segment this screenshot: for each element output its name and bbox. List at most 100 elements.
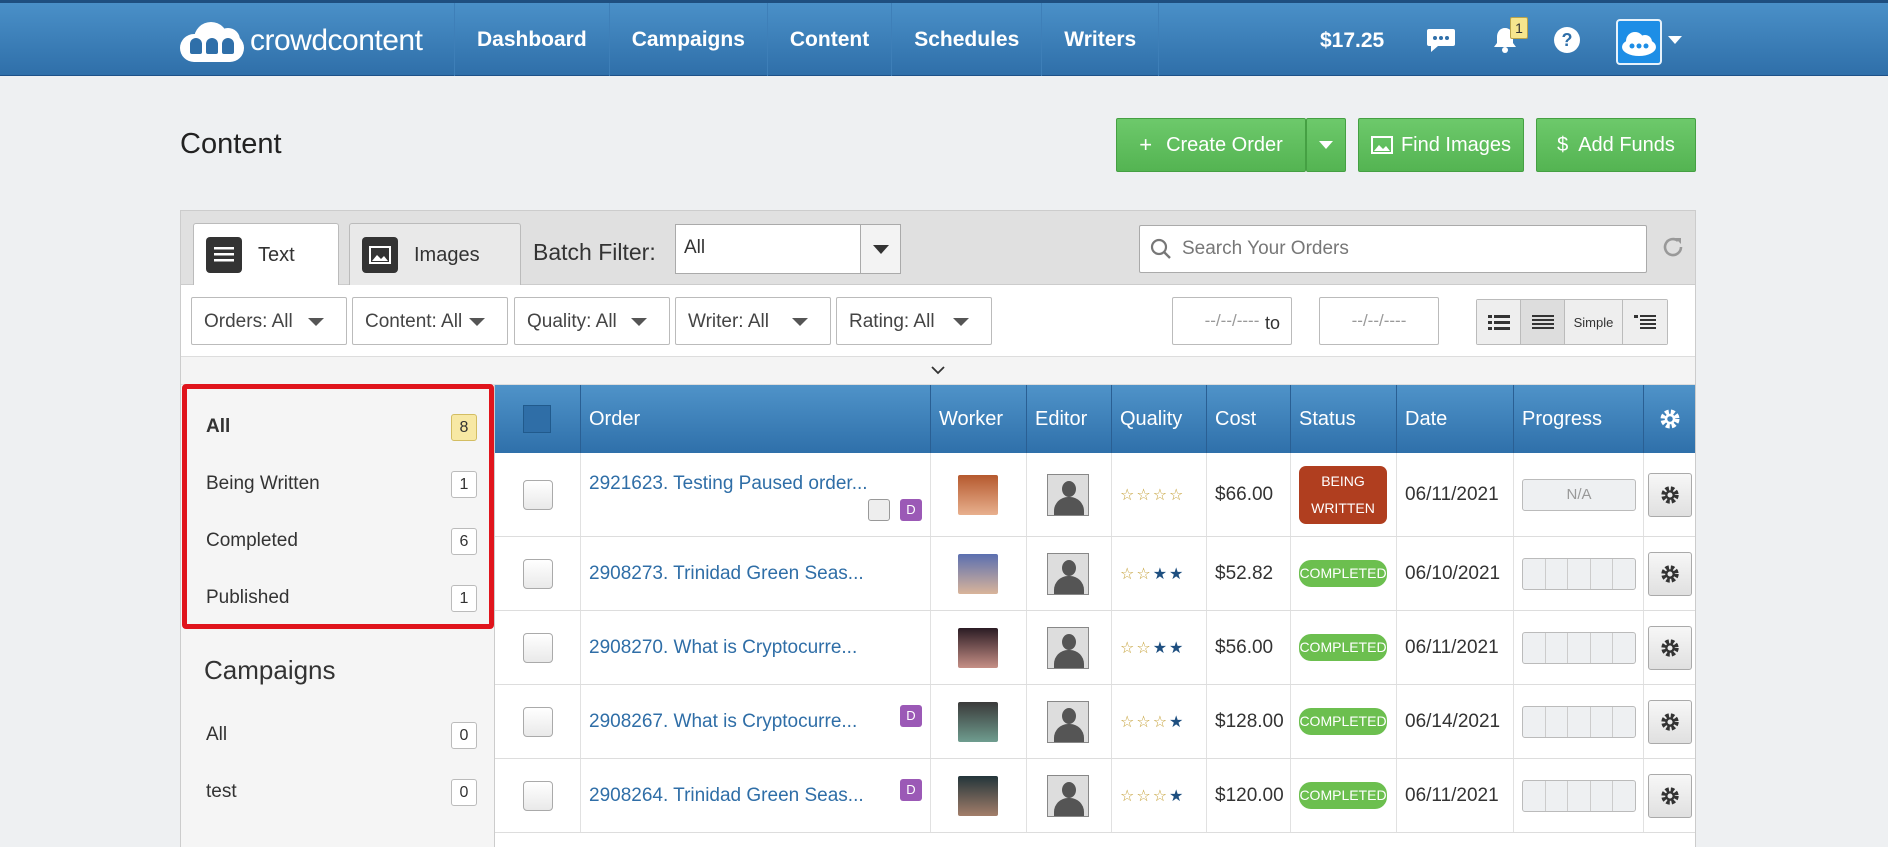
- row-settings-gear-icon[interactable]: [1648, 551, 1692, 596]
- image-tab-icon: [362, 237, 398, 273]
- editor-placeholder-avatar[interactable]: [1047, 774, 1089, 817]
- content-filter[interactable]: Content: All: [352, 297, 508, 345]
- col-worker[interactable]: Worker: [931, 385, 1027, 453]
- col-cost[interactable]: Cost: [1207, 385, 1291, 453]
- row-checkbox[interactable]: [523, 780, 553, 811]
- col-progress[interactable]: Progress: [1514, 385, 1644, 453]
- worker-avatar[interactable]: [958, 775, 998, 816]
- col-editor[interactable]: Editor: [1027, 385, 1112, 453]
- row-settings-gear-icon[interactable]: [1648, 699, 1692, 744]
- help-icon[interactable]: ?: [1550, 23, 1584, 57]
- dollar-icon: $: [1557, 133, 1569, 156]
- worker-avatar[interactable]: [958, 701, 998, 742]
- campaigns-heading: Campaigns: [204, 655, 336, 685]
- row-checkbox[interactable]: [523, 632, 553, 663]
- select-all-cell: [495, 385, 581, 453]
- text-list-view-icon[interactable]: [1623, 300, 1667, 344]
- row-settings-gear-icon[interactable]: [1648, 625, 1692, 670]
- select-all-checkbox[interactable]: [523, 405, 551, 433]
- orders-filter[interactable]: Orders: All: [191, 297, 347, 345]
- progress-bar: [1522, 557, 1636, 590]
- chat-icon[interactable]: [1424, 23, 1458, 57]
- tab-images-label: Images: [414, 243, 480, 266]
- sidebar-campaign-count-test: 0: [451, 779, 477, 806]
- quality-filter[interactable]: Quality: All: [514, 297, 670, 345]
- tab-text-label: Text: [258, 243, 295, 266]
- worker-avatar[interactable]: [958, 627, 998, 668]
- mobile-device-icon: [868, 499, 890, 521]
- writer-filter[interactable]: Writer: All: [675, 297, 831, 345]
- order-link[interactable]: 2921623. Testing Paused order...: [581, 473, 868, 495]
- column-settings-gear-icon[interactable]: [1644, 385, 1695, 453]
- nav-content[interactable]: Content: [766, 3, 891, 76]
- table-row[interactable]: 2908273. Trinidad Green Seas... ☆☆★★ $52…: [495, 537, 1695, 611]
- table-row[interactable]: 2921623. Testing Paused order... D ☆☆☆☆ …: [495, 453, 1695, 537]
- date-to-input[interactable]: --/--/----: [1319, 297, 1439, 345]
- table-row[interactable]: 2908270. What is Cryptocurre... ☆☆★★ $56…: [495, 611, 1695, 685]
- tab-text[interactable]: Text: [193, 223, 339, 286]
- logo-text: crowdcontent: [250, 24, 423, 57]
- row-checkbox[interactable]: [523, 706, 553, 737]
- user-menu-caret-icon[interactable]: [1668, 36, 1682, 44]
- status-list-highlight: [182, 384, 494, 629]
- col-quality[interactable]: Quality: [1112, 385, 1207, 453]
- crowdcontent-logo[interactable]: crowdcontent: [180, 20, 423, 62]
- collapse-filters-toggle[interactable]: [181, 357, 1695, 385]
- refresh-icon[interactable]: [1661, 235, 1685, 266]
- quality-stars-icon: ☆☆☆★: [1120, 713, 1186, 731]
- rating-filter[interactable]: Rating: All: [836, 297, 992, 345]
- col-order[interactable]: Order: [581, 385, 931, 453]
- cloud-logo-icon: [180, 20, 244, 62]
- sidebar-campaign-test[interactable]: test: [206, 781, 237, 803]
- date: 06/11/2021: [1397, 611, 1514, 684]
- row-settings-gear-icon[interactable]: [1648, 472, 1692, 517]
- text-document-icon: [206, 237, 242, 273]
- svg-text:?: ?: [1562, 30, 1573, 50]
- editor-placeholder-avatar[interactable]: [1047, 552, 1089, 595]
- worker-avatar[interactable]: [958, 474, 998, 515]
- batch-dropdown-caret-icon[interactable]: [860, 225, 900, 273]
- sidebar-campaign-all[interactable]: All: [206, 724, 227, 746]
- row-settings-gear-icon[interactable]: [1648, 773, 1692, 818]
- d-badge: D: [900, 705, 922, 727]
- batch-filter-select[interactable]: All: [675, 224, 901, 274]
- nav-schedules[interactable]: Schedules: [891, 3, 1041, 76]
- cost: $66.00: [1207, 453, 1291, 536]
- nav-writers[interactable]: Writers: [1041, 3, 1160, 76]
- worker-avatar[interactable]: [958, 553, 998, 594]
- compact-list-view-icon[interactable]: [1521, 300, 1565, 344]
- editor-placeholder-avatar[interactable]: [1047, 626, 1089, 669]
- create-order-button[interactable]: + Create Order: [1116, 118, 1306, 172]
- table-row[interactable]: 2908264. Trinidad Green Seas... D ☆☆☆★ $…: [495, 759, 1695, 833]
- create-order-dropdown-button[interactable]: [1306, 118, 1346, 172]
- find-images-button[interactable]: Find Images: [1358, 118, 1524, 172]
- user-avatar[interactable]: [1616, 19, 1662, 65]
- status-badge: COMPLETED: [1299, 560, 1387, 587]
- nav-campaigns[interactable]: Campaigns: [608, 3, 767, 76]
- tab-images[interactable]: Images: [349, 223, 521, 286]
- progress-bar: [1522, 631, 1636, 664]
- col-date[interactable]: Date: [1397, 385, 1514, 453]
- nav-dashboard[interactable]: Dashboard: [454, 3, 609, 76]
- col-status[interactable]: Status: [1291, 385, 1397, 453]
- account-balance[interactable]: $17.25: [1320, 29, 1384, 53]
- row-checkbox[interactable]: [523, 479, 553, 510]
- editor-placeholder-avatar[interactable]: [1047, 700, 1089, 743]
- quality-stars-icon: ☆☆☆★: [1120, 787, 1186, 805]
- order-link[interactable]: 2908264. Trinidad Green Seas...: [581, 785, 864, 807]
- order-link[interactable]: 2908273. Trinidad Green Seas...: [581, 563, 864, 585]
- table-row[interactable]: 2908267. What is Cryptocurre... D ☆☆☆★ $…: [495, 685, 1695, 759]
- order-link[interactable]: 2908270. What is Cryptocurre...: [581, 637, 857, 659]
- order-link[interactable]: 2908267. What is Cryptocurre...: [581, 711, 857, 733]
- find-images-label: Find Images: [1400, 133, 1512, 156]
- detailed-list-view-icon[interactable]: [1477, 300, 1521, 344]
- chevron-down-icon: [931, 366, 945, 375]
- batch-filter-label: Batch Filter:: [533, 239, 656, 265]
- simple-view-button[interactable]: Simple: [1565, 300, 1623, 344]
- cost: $120.00: [1207, 759, 1291, 832]
- status-badge: COMPLETED: [1299, 634, 1387, 661]
- add-funds-button[interactable]: $ Add Funds: [1536, 118, 1696, 172]
- editor-placeholder-avatar[interactable]: [1047, 473, 1089, 516]
- row-checkbox[interactable]: [523, 558, 553, 589]
- search-input[interactable]: [1182, 238, 1642, 260]
